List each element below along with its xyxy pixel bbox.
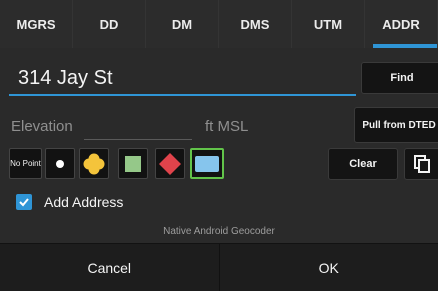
find-button[interactable]: Find [361, 62, 438, 94]
tab-dm[interactable]: DM [146, 0, 219, 48]
dot-point-button[interactable] [45, 148, 75, 179]
checkmark-icon [19, 198, 29, 207]
tab-dd[interactable]: DD [73, 0, 146, 48]
diamond-icon [159, 152, 181, 175]
square-point-button[interactable] [118, 148, 148, 179]
add-address-checkbox[interactable] [16, 194, 32, 210]
cancel-button[interactable]: Cancel [0, 244, 219, 291]
tab-addr[interactable]: ADDR [365, 0, 438, 48]
coordinate-format-tabs: MGRS DD DM DMS UTM ADDR [0, 0, 438, 48]
elevation-unit-label: ft MSL [205, 118, 249, 135]
rectangle-icon [195, 155, 219, 172]
add-address-label: Add Address [44, 194, 124, 210]
flower-icon [83, 153, 105, 174]
clear-button[interactable]: Clear [328, 148, 398, 180]
copy-button[interactable] [404, 148, 438, 180]
tab-dms[interactable]: DMS [219, 0, 292, 48]
diamond-point-button[interactable] [155, 148, 185, 179]
elevation-field[interactable] [84, 116, 192, 140]
no-point-label: No Point [10, 159, 41, 168]
copy-icon [414, 155, 430, 173]
dialog-footer: Cancel OK [0, 243, 438, 291]
rectangle-point-button[interactable] [190, 148, 224, 179]
tab-utm[interactable]: UTM [292, 0, 365, 48]
no-point-button[interactable]: No Point [9, 148, 42, 179]
ok-button[interactable]: OK [218, 244, 438, 291]
square-icon [125, 155, 141, 172]
pull-from-dted-button[interactable]: Pull from DTED [354, 107, 438, 143]
dot-icon [56, 159, 64, 168]
address-input[interactable]: 314 Jay St [9, 60, 356, 96]
geocoder-label: Native Android Geocoder [163, 226, 275, 237]
flower-point-button[interactable] [79, 148, 109, 179]
tab-mgrs[interactable]: MGRS [0, 0, 73, 48]
elevation-label: Elevation [11, 118, 73, 135]
